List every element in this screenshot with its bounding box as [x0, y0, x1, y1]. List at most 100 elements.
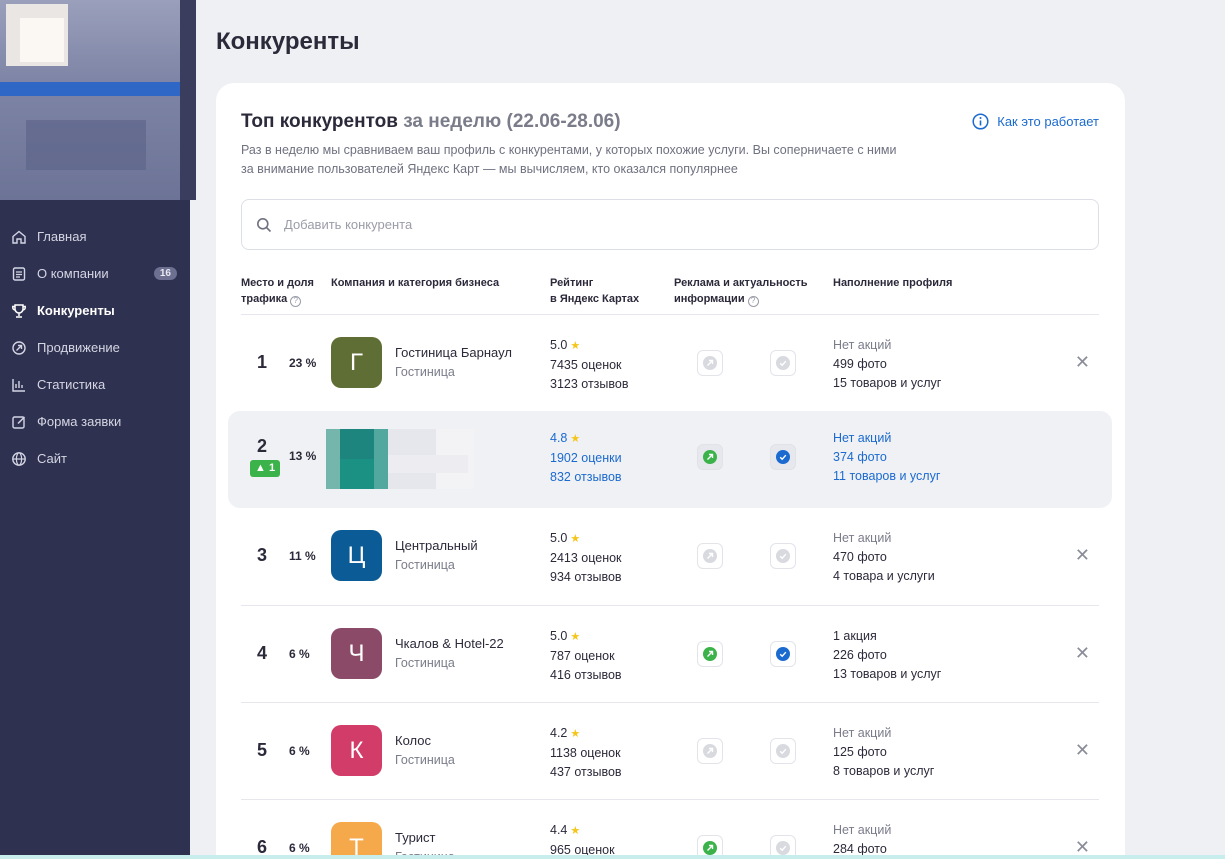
company-category: Гостиница — [395, 365, 455, 379]
remove-competitor-button[interactable]: ✕ — [1075, 741, 1090, 759]
ad-status-icon — [697, 543, 723, 569]
sidebar-item-label: О компании — [37, 266, 109, 281]
rating-value: 4.4 — [550, 823, 568, 837]
rank: 4 — [257, 643, 268, 663]
remove-competitor-button[interactable]: ✕ — [1075, 838, 1090, 856]
add-competitor-input[interactable] — [284, 217, 984, 232]
page-title: Конкуренты — [216, 28, 360, 55]
rating-block: 5.0 ★ 7435 оценок 3123 отзывов — [550, 336, 629, 394]
photos: 470 фото — [833, 550, 887, 564]
header-rating: Рейтинг в Яндекс Картах — [550, 275, 639, 307]
promo-icon — [11, 340, 27, 356]
photos[interactable]: 374 фото — [833, 448, 940, 467]
sidebar-nav: Главная О компании 16 Конкуренты Продвиж… — [0, 218, 190, 477]
header-place-line2: трафика — [241, 293, 288, 305]
chart-icon — [11, 377, 27, 393]
star-icon: ★ — [570, 533, 581, 545]
help-icon[interactable]: ? — [290, 295, 302, 307]
sidebar-item-about[interactable]: О компании 16 — [0, 255, 190, 292]
company-name[interactable]: Колос — [395, 733, 431, 748]
sidebar-item-site[interactable]: Сайт — [0, 440, 190, 477]
profile-fill: Нет акций 125 фото 8 товаров и услуг — [833, 724, 934, 781]
traffic-share: 11 % — [289, 549, 316, 563]
ad-status-icon — [697, 350, 723, 376]
profile-fill: Нет акций 470 фото 4 товара и услуги — [833, 529, 935, 586]
marks-count[interactable]: 1902 оценки — [550, 449, 622, 468]
avatar: Т — [331, 822, 382, 859]
rating-block: 4.2 ★ 1138 оценок 437 отзывов — [550, 724, 622, 782]
remove-competitor-button[interactable]: ✕ — [1075, 644, 1090, 662]
table-row[interactable]: 6 6 % Т Турист Гостиница 4.4★ 965 оценок… — [241, 799, 1099, 859]
marks-count: 1138 оценок — [550, 746, 621, 760]
promos: 1 акция — [833, 629, 877, 643]
star-icon: ★ — [570, 433, 581, 445]
verified-status-icon — [770, 543, 796, 569]
sidebar-item-statistics[interactable]: Статистика — [0, 366, 190, 403]
promos: Нет акций — [833, 726, 892, 740]
sidebar-item-promotion[interactable]: Продвижение — [0, 329, 190, 366]
rating-value[interactable]: 4.8 — [550, 431, 567, 445]
trend-value: 1 — [268, 462, 276, 474]
verified-status-icon — [770, 738, 796, 764]
table-row[interactable]: 4 6 % Ч Чкалов & Hotel-22 Гостиница 5.0 ★… — [241, 605, 1099, 702]
table-row[interactable]: 5 6 % К Колос Гостиница 4.2 ★ 1138 оценок… — [241, 702, 1099, 799]
photos: 499 фото — [833, 357, 887, 371]
how-it-works-link[interactable]: Как это работает — [972, 113, 1099, 130]
rank: 5 — [257, 740, 268, 760]
company-logo-blurred[interactable] — [0, 0, 196, 200]
marks-count: 787 оценок — [550, 649, 615, 663]
company-name[interactable]: Турист — [395, 830, 436, 845]
table-row[interactable]: 1 23 % Г Гостиница Барнаул Гостиница 5.0… — [241, 314, 1099, 411]
competitors-table: 1 23 % Г Гостиница Барнаул Гостиница 5.0… — [228, 314, 1112, 859]
own-company-blurred — [326, 429, 474, 489]
help-icon[interactable]: ? — [747, 295, 759, 307]
trophy-icon — [11, 303, 27, 319]
traffic-share: 6 % — [289, 647, 310, 661]
verified-status-icon — [770, 444, 796, 470]
reviews-count[interactable]: 832 отзывов — [550, 468, 622, 487]
sidebar-item-competitors[interactable]: Конкуренты — [0, 292, 190, 329]
company-name[interactable]: Центральный — [395, 538, 478, 553]
ad-status-icon — [697, 641, 723, 667]
promos: Нет акций — [833, 531, 892, 545]
table-row[interactable]: 3 11 % Ц Центральный Гостиница 5.0 ★ 2413… — [241, 508, 1099, 605]
rating-value: 5.0 — [550, 629, 568, 643]
card-title: Топ конкурентов за неделю (22.06-28.06) — [241, 111, 621, 133]
star-icon: ★ — [570, 728, 581, 740]
remove-competitor-button[interactable]: ✕ — [1075, 546, 1090, 564]
goods[interactable]: 11 товаров и услуг — [833, 467, 940, 486]
goods: 13 товаров и услуг — [833, 667, 942, 681]
header-profile: Наполнение профиля — [833, 277, 953, 289]
profile-fill: Нет акций 499 фото 15 товаров и услуг — [833, 336, 941, 393]
rank: 3 — [257, 545, 268, 565]
reviews-count: 416 отзывов — [550, 668, 622, 682]
sidebar-item-request-form[interactable]: Форма заявки — [0, 403, 190, 440]
avatar: К — [331, 725, 382, 776]
sidebar-item-home[interactable]: Главная — [0, 218, 190, 255]
goods: 15 товаров и услуг — [833, 376, 942, 390]
promos[interactable]: Нет акций — [833, 429, 940, 448]
marks-count: 2413 оценок — [550, 551, 622, 565]
competitors-card: Топ конкурентов за неделю (22.06-28.06) … — [216, 83, 1125, 859]
count-badge: 16 — [153, 267, 177, 280]
star-icon: ★ — [570, 340, 581, 352]
promos: Нет акций — [833, 338, 892, 352]
sidebar-item-label: Главная — [37, 229, 87, 244]
company-category: Гостиница — [395, 656, 455, 670]
table-row-own[interactable]: 2 13 % ▲ 1 4.8 ★ 1902 оценки 832 отзывов … — [228, 411, 1112, 508]
trend-up-badge: ▲ 1 — [250, 460, 281, 477]
header-rating-line2: в Яндекс Картах — [550, 293, 640, 305]
ad-status-icon — [697, 738, 723, 764]
company-name[interactable]: Чкалов & Hotel-22 — [395, 636, 504, 651]
promos: Нет акций — [833, 823, 892, 837]
remove-competitor-button[interactable]: ✕ — [1075, 353, 1090, 371]
card-title-main: Топ конкурентов — [241, 111, 398, 132]
header-place-line1: Место и доля — [241, 277, 314, 289]
traffic-share: 6 % — [289, 744, 310, 758]
rating-value: 5.0 — [550, 531, 568, 545]
verified-status-icon — [770, 641, 796, 667]
photos: 226 фото — [833, 648, 887, 662]
reviews-count: 934 отзывов — [550, 570, 622, 584]
company-name[interactable]: Гостиница Барнаул — [395, 345, 512, 360]
add-competitor-search[interactable] — [241, 199, 1099, 250]
